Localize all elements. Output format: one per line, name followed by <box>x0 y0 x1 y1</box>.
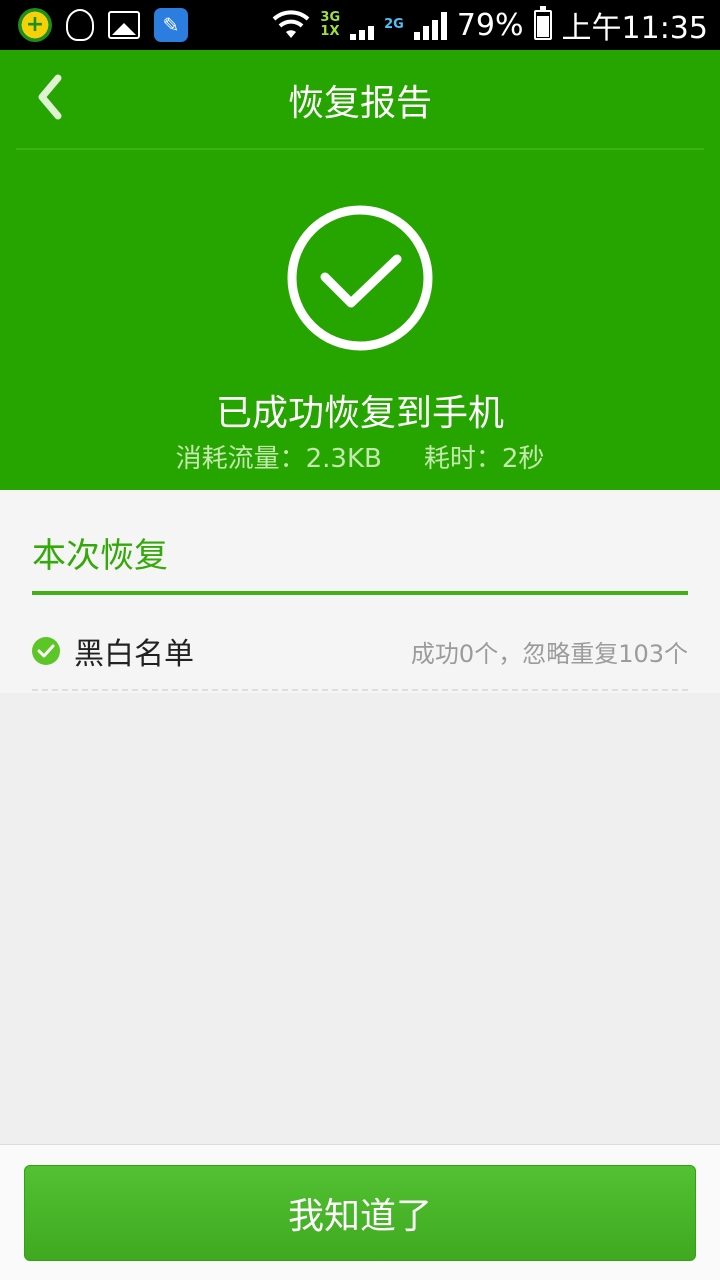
battery-icon <box>533 6 552 40</box>
signal-bars-icon <box>350 10 375 40</box>
row-divider <box>32 689 688 691</box>
qq-icon <box>66 9 94 41</box>
footer-bar: 我知道了 <box>0 1144 720 1280</box>
result-message: 已成功恢复到手机 <box>215 393 504 434</box>
status-bar: + ✎ 3G 1X 2G 79% 上午11:35 <box>0 0 720 50</box>
check-circle-icon <box>32 637 60 665</box>
network-type-2: 2G <box>384 18 404 32</box>
time-used: 耗时：2秒 <box>423 444 545 474</box>
got-it-button[interactable]: 我知道了 <box>24 1165 696 1261</box>
list-item-label: 黑白名单 <box>74 637 194 672</box>
cleaner-icon: ✎ <box>154 8 188 42</box>
traffic-used: 消耗流量：2.3KB <box>175 444 382 474</box>
network-2g-label: 2G <box>384 17 404 32</box>
restore-detail-card: 本次恢复 黑白名单 成功0个，忽略重复103个 <box>0 490 720 693</box>
clock: 上午11:35 <box>561 11 708 46</box>
page-title: 恢复报告 <box>287 83 432 124</box>
battery-percent: 79% <box>456 7 524 43</box>
security-app-icon: + <box>18 8 52 42</box>
section-underline <box>32 591 688 595</box>
network-3g-label: 3G <box>320 10 341 25</box>
result-stats: 消耗流量：2.3KB 耗时：2秒 <box>0 438 720 475</box>
header-divider <box>16 148 704 150</box>
network-type: 3G 1X <box>320 11 340 39</box>
list-item: 黑白名单 成功0个，忽略重复103个 <box>32 615 688 687</box>
network-1x-label: 1X <box>320 24 340 39</box>
report-header: 恢复报告 已成功恢复到手机 消耗流量：2.3KB 耗时：2秒 <box>0 50 720 490</box>
wifi-icon <box>273 10 310 38</box>
image-icon <box>108 11 140 39</box>
section-title: 本次恢复 <box>32 536 168 576</box>
success-check-icon <box>287 205 433 351</box>
list-item-status: 成功0个，忽略重复103个 <box>410 639 688 668</box>
signal-strength-icon <box>413 10 447 40</box>
